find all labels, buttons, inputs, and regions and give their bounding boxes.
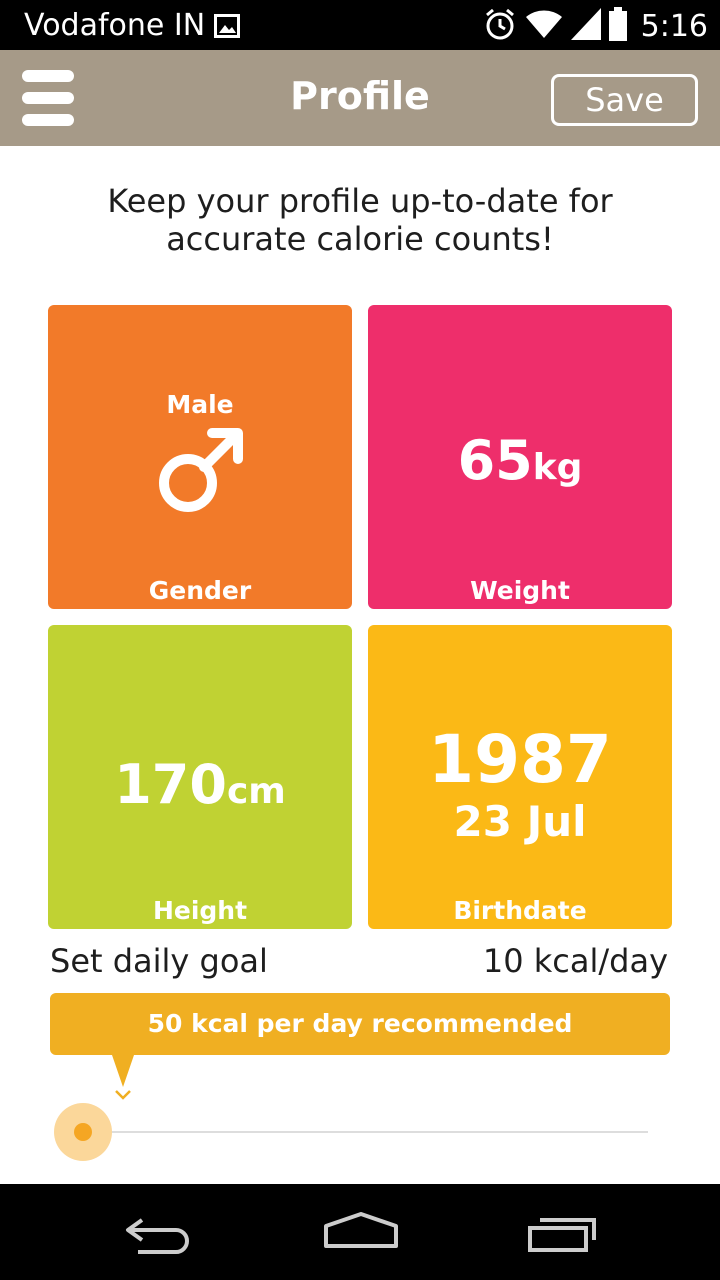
- male-icon: [154, 425, 246, 521]
- app-bar: Profile Save: [0, 50, 720, 146]
- gender-tile[interactable]: Male Gender: [48, 305, 352, 609]
- daily-goal-value: 10 kcal/day: [482, 942, 668, 980]
- birthdate-label: Birthdate: [453, 896, 587, 925]
- navigation-bar: [0, 1184, 720, 1280]
- gender-value: Male: [166, 390, 234, 419]
- weight-unit: kg: [532, 447, 583, 488]
- birth-year: 1987: [428, 721, 612, 798]
- birth-day-month: 23 Jul: [453, 797, 587, 846]
- tooltip-pointer-icon: [112, 1055, 134, 1105]
- weight-value: 65kg: [368, 429, 672, 492]
- goal-slider-track[interactable]: [100, 1131, 648, 1133]
- weight-label: Weight: [470, 576, 570, 605]
- status-bar: Vodafone IN 5:16: [0, 0, 720, 50]
- height-number: 170: [114, 753, 227, 816]
- gender-label: Gender: [148, 576, 252, 605]
- height-unit: cm: [226, 771, 286, 812]
- weight-number: 65: [457, 429, 533, 492]
- clock-time: 5:16: [640, 8, 708, 44]
- weight-tile[interactable]: 65kg Weight: [368, 305, 672, 609]
- recent-apps-icon[interactable]: [524, 1208, 600, 1262]
- slider-thumb-dot: [74, 1123, 92, 1141]
- battery-icon: [608, 7, 627, 45]
- birthdate-tile[interactable]: 1987 23 Jul Birthdate: [368, 625, 672, 929]
- height-value: 170cm: [48, 753, 352, 816]
- carrier-name: Vodafone IN: [24, 8, 206, 43]
- save-button[interactable]: Save: [551, 74, 698, 126]
- height-label: Height: [152, 896, 248, 925]
- recommendation-tooltip: 50 kcal per day recommended: [50, 993, 670, 1055]
- goal-slider-thumb[interactable]: [54, 1103, 112, 1161]
- alarm-icon: [483, 7, 517, 45]
- image-icon: [214, 14, 240, 42]
- intro-text: Keep your profile up-to-date for accurat…: [107, 182, 613, 258]
- wifi-icon: [525, 8, 563, 44]
- signal-icon: [570, 8, 601, 44]
- back-icon[interactable]: [122, 1208, 196, 1262]
- height-tile[interactable]: 170cm Height: [48, 625, 352, 929]
- home-icon[interactable]: [322, 1208, 400, 1262]
- daily-goal-label: Set daily goal: [50, 942, 268, 980]
